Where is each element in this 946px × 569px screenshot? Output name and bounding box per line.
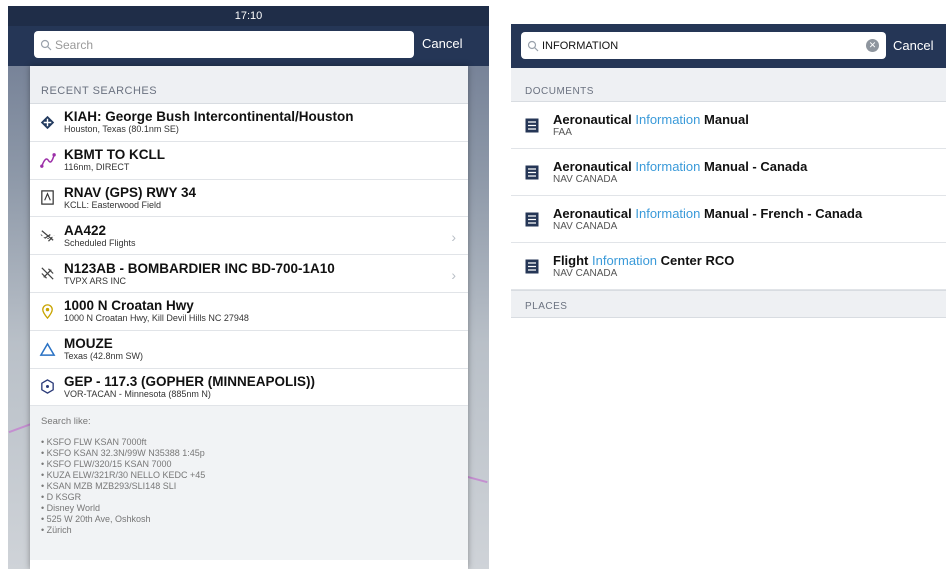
top-bar: ✕ Cancel — [511, 24, 946, 68]
hint-item: KUZA ELW/321R/30 NELLO KEDC +45 — [41, 470, 468, 481]
result-subtitle: Scheduled Flights — [64, 237, 136, 248]
match-highlight: Information — [635, 112, 701, 127]
hint-item: D KSGR — [41, 492, 468, 503]
documents-header: DOCUMENTS — [511, 68, 946, 102]
result-subtitle: Texas (42.8nm SW) — [64, 351, 144, 362]
vor-icon — [40, 379, 54, 395]
search-field[interactable] — [34, 31, 414, 58]
address-pin-icon — [41, 304, 53, 320]
waypoint-icon — [39, 342, 55, 356]
title-text: Flight — [553, 253, 592, 268]
search-icon — [527, 40, 539, 51]
clear-icon[interactable]: ✕ — [866, 39, 879, 52]
title-text: Manual — [700, 112, 749, 127]
title-text: Aeronautical — [553, 159, 636, 174]
recent-searches-header: RECENT SEARCHES — [30, 66, 468, 104]
document-title: Aeronautical Information Manual - Canada — [553, 159, 807, 174]
match-highlight: Information — [592, 253, 658, 268]
document-publisher: FAA — [553, 127, 572, 138]
chevron-right-icon: › — [451, 229, 456, 246]
title-text: Center RCO — [657, 253, 735, 268]
result-title: GEP - 117.3 (GOPHER (MINNEAPOLIS)) — [64, 373, 316, 389]
result-subtitle: TVPX ARS INC — [64, 275, 127, 286]
search-hints: Search like: KSFO FLW KSAN 7000ft KSFO K… — [30, 406, 468, 561]
title-text: Manual - Canada — [700, 159, 808, 174]
result-title: N123AB - BOMBARDIER INC BD-700-1A10 — [64, 260, 335, 276]
document-icon — [525, 165, 539, 179]
aircraft-icon — [40, 267, 54, 280]
document-result[interactable]: Aeronautical Information Manual - Canada… — [511, 149, 946, 196]
document-title: Flight Information Center RCO — [553, 253, 734, 268]
document-title: Aeronautical Information Manual — [553, 112, 749, 127]
route-icon — [39, 152, 56, 168]
recent-search-item[interactable]: AA422 Scheduled Flights › — [30, 217, 468, 256]
result-subtitle: 116nm, DIRECT — [64, 162, 130, 173]
document-result[interactable]: Aeronautical Information Manual - French… — [511, 196, 946, 243]
left-screen: 17:10 Cancel RECENT SEARCHES KIAH: Georg… — [8, 6, 489, 569]
result-title: RNAV (GPS) RWY 34 — [64, 184, 197, 200]
airport-icon — [40, 115, 54, 130]
match-highlight: Information — [635, 206, 701, 221]
hint-item: KSFO FLW KSAN 7000ft — [41, 437, 468, 448]
document-title: Aeronautical Information Manual - French… — [553, 206, 862, 221]
recent-search-item[interactable]: RNAV (GPS) RWY 34 KCLL: Easterwood Field — [30, 180, 468, 218]
document-result[interactable]: Flight Information Center RCO NAV CANADA — [511, 243, 946, 290]
document-publisher: NAV CANADA — [553, 268, 618, 279]
search-input[interactable] — [55, 37, 395, 52]
result-subtitle: VOR-TACAN - Minnesota (885nm N) — [64, 388, 211, 399]
match-highlight: Information — [635, 159, 701, 174]
recent-search-item[interactable]: N123AB - BOMBARDIER INC BD-700-1A10 TVPX … — [30, 255, 468, 293]
hint-item: KSFO FLW/320/15 KSAN 7000 — [41, 459, 468, 470]
hint-item: KSAN MZB MZB293/SLI148 SLI — [41, 481, 468, 492]
search-hints-label: Search like: — [41, 416, 91, 428]
chevron-right-icon: › — [451, 267, 456, 284]
title-text: Aeronautical — [553, 112, 636, 127]
result-subtitle: Houston, Texas (80.1nm SE) — [64, 124, 179, 135]
hint-item: KSFO KSAN 32.3N/99W N35388 1:45p — [41, 448, 468, 459]
scheduled-flight-icon — [40, 230, 54, 242]
approach-plate-icon — [40, 190, 54, 206]
document-icon — [525, 212, 539, 226]
document-publisher: NAV CANADA — [553, 221, 618, 232]
status-bar-time: 17:10 — [8, 6, 489, 26]
result-title: KIAH: George Bush Intercontinental/Houst… — [64, 109, 354, 125]
document-result[interactable]: Aeronautical Information Manual FAA — [511, 102, 946, 149]
search-icon — [40, 39, 52, 50]
document-icon — [525, 118, 539, 132]
recent-search-item[interactable]: KBMT TO KCLL 116nm, DIRECT — [30, 142, 468, 180]
result-subtitle: 1000 N Croatan Hwy, Kill Devil Hills NC … — [64, 313, 249, 324]
hint-item: Disney World — [41, 503, 468, 514]
cancel-button[interactable]: Cancel — [422, 36, 462, 51]
hint-item: 525 W 20th Ave, Oshkosh — [41, 514, 468, 525]
result-title: 1000 N Croatan Hwy — [64, 298, 194, 314]
search-field[interactable]: ✕ — [521, 32, 886, 59]
recent-search-item[interactable]: GEP - 117.3 (GOPHER (MINNEAPOLIS)) VOR-TA… — [30, 369, 468, 407]
search-input[interactable] — [542, 39, 862, 52]
search-results-dropdown: RECENT SEARCHES KIAH: George Bush Interc… — [30, 66, 468, 569]
title-text: Manual - French - Canada — [700, 206, 863, 221]
result-title: KBMT TO KCLL — [64, 147, 165, 163]
right-screen: ✕ Cancel DOCUMENTS Aeronautical Informat… — [511, 24, 946, 334]
document-publisher: NAV CANADA — [553, 174, 618, 185]
hint-item: Zürich — [41, 525, 468, 536]
result-title: MOUZE — [64, 336, 113, 352]
result-subtitle: KCLL: Easterwood Field — [64, 199, 162, 210]
title-text: Aeronautical — [553, 206, 636, 221]
document-icon — [525, 259, 539, 273]
recent-search-item[interactable]: KIAH: George Bush Intercontinental/Houst… — [30, 104, 468, 142]
places-header: PLACES — [511, 290, 946, 318]
recent-search-item[interactable]: 1000 N Croatan Hwy 1000 N Croatan Hwy, Ki… — [30, 293, 468, 331]
cancel-button[interactable]: Cancel — [893, 38, 933, 53]
result-title: AA422 — [64, 222, 107, 238]
recent-search-item[interactable]: MOUZE Texas (42.8nm SW) — [30, 331, 468, 369]
